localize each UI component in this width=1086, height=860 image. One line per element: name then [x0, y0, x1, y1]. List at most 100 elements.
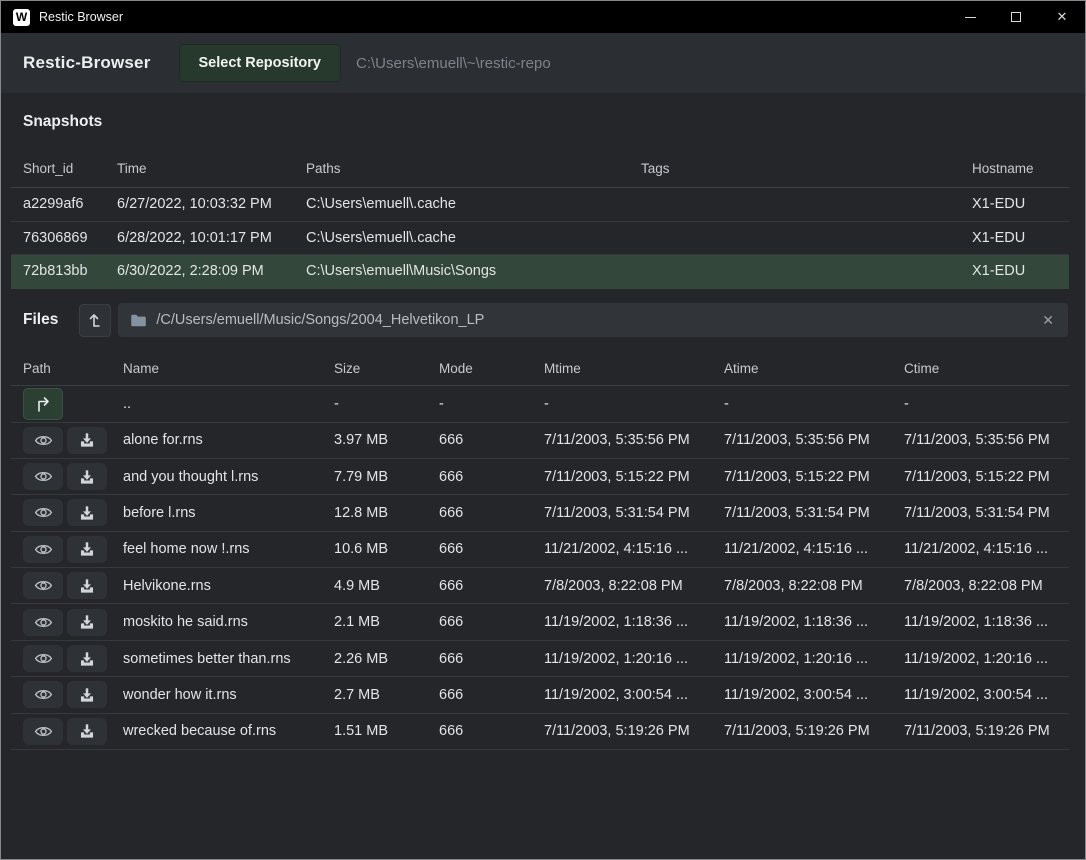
- file-name: wonder how it.rns: [123, 687, 334, 703]
- snapshot-time: 6/27/2022, 10:03:32 PM: [117, 196, 306, 212]
- up-level-button[interactable]: [79, 304, 111, 337]
- maximize-button[interactable]: [993, 1, 1039, 33]
- snapshot-row[interactable]: 76306869 6/28/2022, 10:01:17 PM C:\Users…: [11, 222, 1069, 256]
- file-row[interactable]: Helvikone.rns 4.9 MB 666 7/8/2003, 8:22:…: [11, 568, 1069, 604]
- file-atime: 7/11/2003, 5:15:22 PM: [724, 469, 904, 485]
- file-ctime: 11/19/2002, 3:00:54 ...: [904, 687, 1057, 703]
- files-section-header: Files /C/Users/emuell/Music/Songs/2004_H…: [1, 289, 1085, 352]
- restore-download-button[interactable]: [67, 718, 107, 745]
- eye-icon: [34, 433, 53, 448]
- file-size: 2.1 MB: [334, 614, 439, 630]
- file-path-bar[interactable]: /C/Users/emuell/Music/Songs/2004_Helveti…: [118, 303, 1068, 337]
- file-row[interactable]: wrecked because of.rns 1.51 MB 666 7/11/…: [11, 714, 1069, 750]
- file-name: sometimes better than.rns: [123, 651, 334, 667]
- file-atime: 7/11/2003, 5:35:56 PM: [724, 432, 904, 448]
- col-hostname: Hostname: [972, 161, 1057, 176]
- restore-download-button[interactable]: [67, 499, 107, 526]
- file-ctime: 7/8/2003, 8:22:08 PM: [904, 578, 1057, 594]
- eye-icon: [34, 469, 53, 484]
- file-ctime: 11/21/2002, 4:15:16 ...: [904, 541, 1057, 557]
- file-name: Helvikone.rns: [123, 578, 334, 594]
- snapshot-row-selected[interactable]: 72b813bb 6/30/2022, 2:28:09 PM C:\Users\…: [11, 255, 1069, 289]
- file-row[interactable]: moskito he said.rns 2.1 MB 666 11/19/200…: [11, 604, 1069, 640]
- download-icon: [79, 541, 95, 557]
- download-icon: [79, 578, 95, 594]
- window-title: Restic Browser: [39, 10, 123, 24]
- file-mode: 666: [439, 505, 544, 521]
- preview-button[interactable]: [23, 681, 63, 708]
- file-size: 3.97 MB: [334, 432, 439, 448]
- download-icon: [79, 687, 95, 703]
- current-path: /C/Users/emuell/Music/Songs/2004_Helveti…: [156, 312, 1040, 328]
- restore-download-button[interactable]: [67, 609, 107, 636]
- restore-download-button[interactable]: [67, 572, 107, 599]
- snapshot-hostname: X1-EDU: [972, 230, 1057, 246]
- minimize-button[interactable]: [947, 1, 993, 33]
- download-icon: [79, 432, 95, 448]
- file-size: 2.7 MB: [334, 687, 439, 703]
- file-mode: 666: [439, 432, 544, 448]
- files-title: Files: [23, 311, 58, 329]
- file-size: 1.51 MB: [334, 723, 439, 739]
- col-tags: Tags: [641, 161, 972, 176]
- file-atime: 7/11/2003, 5:31:54 PM: [724, 505, 904, 521]
- file-row[interactable]: alone for.rns 3.97 MB 666 7/11/2003, 5:3…: [11, 423, 1069, 459]
- eye-icon: [34, 505, 53, 520]
- parent-directory-row[interactable]: .. - - - - -: [11, 386, 1069, 423]
- preview-button[interactable]: [23, 645, 63, 672]
- snapshot-short-id: 76306869: [23, 230, 117, 246]
- restore-download-button[interactable]: [67, 427, 107, 454]
- preview-button[interactable]: [23, 572, 63, 599]
- snapshots-section-header: Snapshots: [1, 93, 1085, 150]
- restore-download-button[interactable]: [67, 681, 107, 708]
- download-icon: [79, 614, 95, 630]
- file-atime: 11/19/2002, 1:20:16 ...: [724, 651, 904, 667]
- file-size: 10.6 MB: [334, 541, 439, 557]
- file-mtime: 7/11/2003, 5:19:26 PM: [544, 723, 724, 739]
- download-icon: [79, 651, 95, 667]
- file-atime: 11/19/2002, 3:00:54 ...: [724, 687, 904, 703]
- restore-download-button[interactable]: [67, 536, 107, 563]
- file-atime: 7/8/2003, 8:22:08 PM: [724, 578, 904, 594]
- go-up-button[interactable]: [23, 388, 63, 420]
- preview-button[interactable]: [23, 463, 63, 490]
- file-size: 12.8 MB: [334, 505, 439, 521]
- snapshot-hostname: X1-EDU: [972, 196, 1057, 212]
- file-mtime: 7/8/2003, 8:22:08 PM: [544, 578, 724, 594]
- file-mtime: 11/21/2002, 4:15:16 ...: [544, 541, 724, 557]
- file-name: before l.rns: [123, 505, 334, 521]
- close-icon: ✕: [1057, 9, 1068, 25]
- preview-button[interactable]: [23, 499, 63, 526]
- file-row[interactable]: before l.rns 12.8 MB 666 7/11/2003, 5:31…: [11, 495, 1069, 531]
- app-icon: W: [13, 9, 30, 26]
- file-row[interactable]: sometimes better than.rns 2.26 MB 666 11…: [11, 641, 1069, 677]
- file-name: ..: [123, 396, 334, 412]
- snapshot-row[interactable]: a2299af6 6/27/2022, 10:03:32 PM C:\Users…: [11, 188, 1069, 222]
- file-mode: 666: [439, 469, 544, 485]
- file-row[interactable]: wonder how it.rns 2.7 MB 666 11/19/2002,…: [11, 677, 1069, 713]
- snapshot-time: 6/30/2022, 2:28:09 PM: [117, 263, 306, 279]
- file-row[interactable]: feel home now !.rns 10.6 MB 666 11/21/20…: [11, 532, 1069, 568]
- file-row[interactable]: and you thought l.rns 7.79 MB 666 7/11/2…: [11, 459, 1069, 495]
- eye-icon: [34, 542, 53, 557]
- snapshots-table-header: Short_id Time Paths Tags Hostname: [11, 150, 1069, 188]
- restore-download-button[interactable]: [67, 645, 107, 672]
- preview-button[interactable]: [23, 427, 63, 454]
- select-repository-button[interactable]: Select Repository: [179, 44, 342, 82]
- folder-icon: [130, 313, 147, 328]
- col-name: Name: [123, 361, 334, 376]
- snapshot-short-id: a2299af6: [23, 196, 117, 212]
- preview-button[interactable]: [23, 718, 63, 745]
- empty-area: [1, 750, 1085, 859]
- col-time: Time: [117, 161, 306, 176]
- close-button[interactable]: ✕: [1039, 1, 1085, 33]
- preview-button[interactable]: [23, 609, 63, 636]
- download-icon: [79, 505, 95, 521]
- snapshot-paths: C:\Users\emuell\.cache: [306, 230, 641, 246]
- preview-button[interactable]: [23, 536, 63, 563]
- restore-download-button[interactable]: [67, 463, 107, 490]
- clear-path-button[interactable]: ✕: [1040, 312, 1056, 329]
- file-mode: 666: [439, 614, 544, 630]
- app-title: Restic-Browser: [23, 53, 151, 73]
- download-icon: [79, 469, 95, 485]
